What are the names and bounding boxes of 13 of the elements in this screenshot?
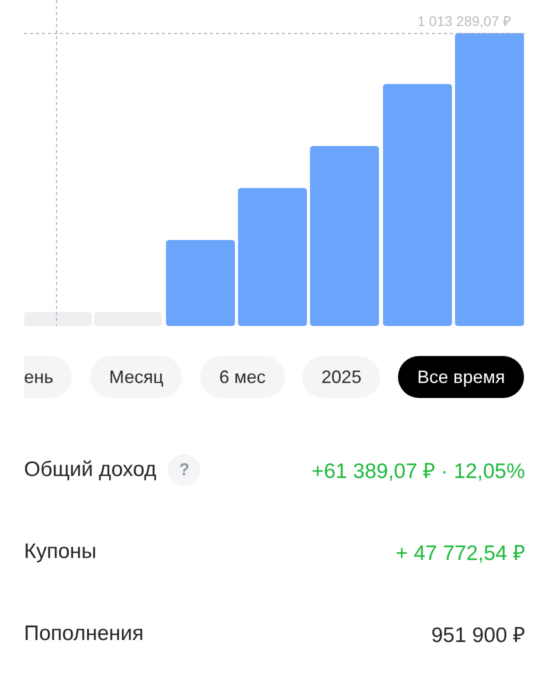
- row-value: 951 900 ₽: [431, 623, 525, 648]
- row-label: Купоны: [24, 540, 96, 564]
- period-tab[interactable]: Месяц: [90, 356, 182, 398]
- row-value: +61 389,07 ₽ · 12,05%: [312, 459, 525, 484]
- max-value-label: 1 013 289,07 ₽: [417, 13, 511, 29]
- row-value: + 47 772,54 ₽: [396, 541, 525, 566]
- period-tab[interactable]: 2025: [302, 356, 380, 398]
- row-label: Общий доход: [24, 458, 156, 482]
- period-tab[interactable]: Все время: [398, 356, 524, 398]
- empty-bar: [24, 312, 92, 326]
- row-label: Пополнения: [24, 622, 144, 646]
- period-tab[interactable]: ень: [24, 356, 72, 398]
- period-tab[interactable]: 6 мес: [200, 356, 285, 398]
